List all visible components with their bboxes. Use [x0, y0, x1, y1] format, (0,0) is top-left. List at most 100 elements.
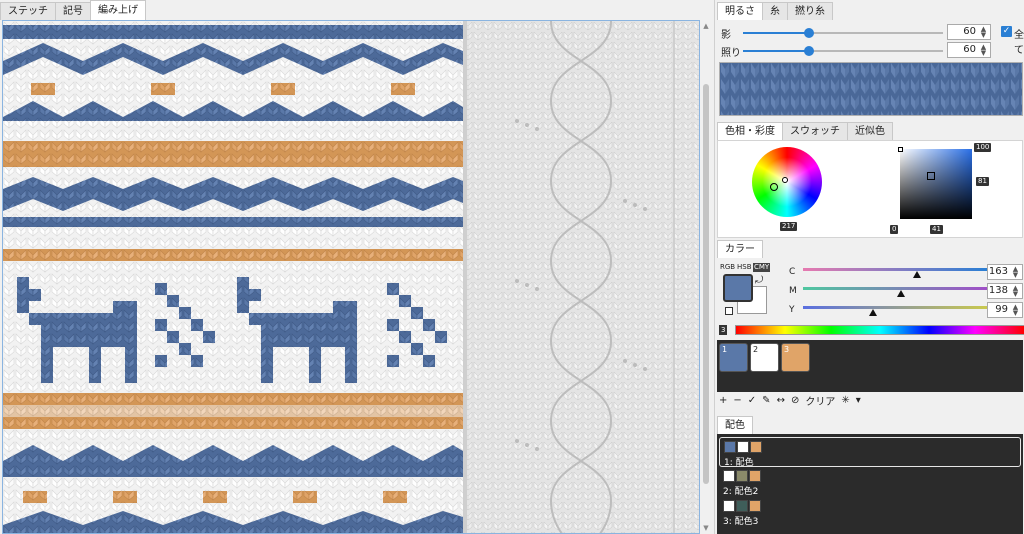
cmy-slider-pointer-icon[interactable]: [868, 309, 877, 316]
color-area: RGB HSB CMY ⤾ C 163 ▲ ▼ M 138 ▲ ▼ Y 99 ▲ ▼ 3: [717, 260, 1024, 338]
palette-item[interactable]: 1: 配色: [719, 437, 1021, 468]
light-row: 照り 60 ▲ ▼: [721, 42, 1021, 60]
add-icon[interactable]: +: [719, 395, 727, 406]
star-icon[interactable]: ✳: [841, 395, 849, 406]
scroll-thumb[interactable]: [703, 84, 709, 484]
sv-right-label: 81: [976, 177, 989, 186]
mode-rgb[interactable]: RGB: [719, 263, 736, 272]
brightness-tabbar: 明るさ 糸 撚り糸: [717, 2, 833, 20]
palette-color-chip: [750, 441, 762, 453]
palette-name: 3: 配色3: [723, 517, 759, 527]
color-section-tabbar: カラー: [717, 240, 763, 258]
cmy-label: Y: [789, 305, 795, 315]
saturation-value-square[interactable]: [900, 149, 972, 219]
block-icon[interactable]: ⊘: [791, 395, 799, 406]
scroll-up-icon[interactable]: ▲: [702, 22, 710, 30]
shadow-spinbox[interactable]: 60 ▲ ▼: [947, 24, 991, 40]
wheel-cursor-icon[interactable]: [770, 183, 778, 191]
cmy-slider-pointer-icon[interactable]: [913, 271, 922, 278]
palette-color-chip: [724, 441, 736, 453]
cmy-label: M: [789, 286, 797, 296]
spin-arrows-icon[interactable]: ▲ ▼: [978, 26, 989, 39]
spin-arrows-icon[interactable]: ▲ ▼: [1010, 266, 1021, 279]
sv-cursor-icon[interactable]: [927, 172, 935, 180]
cmy-slider[interactable]: [803, 287, 987, 290]
light-slider-knob[interactable]: [804, 46, 814, 56]
remove-icon[interactable]: −: [733, 395, 741, 406]
shadow-slider-knob[interactable]: [804, 28, 814, 38]
spin-arrows-icon[interactable]: ▲ ▼: [978, 44, 989, 57]
palette-item[interactable]: 3: 配色3: [719, 497, 1021, 527]
tab-yarn[interactable]: 糸: [762, 2, 788, 20]
knitted-fabric-canvas[interactable]: [2, 20, 700, 534]
cmy-value: 99: [995, 304, 1008, 315]
cmy-spinbox[interactable]: 138 ▲ ▼: [987, 283, 1023, 299]
palette-color-chip: [749, 500, 761, 512]
cmy-spinbox[interactable]: 163 ▲ ▼: [987, 264, 1023, 280]
clear-button[interactable]: クリア: [805, 393, 835, 408]
spin-arrows-icon[interactable]: ▲ ▼: [1010, 285, 1021, 298]
yarn-preview: [719, 62, 1023, 116]
hue-strip[interactable]: [735, 325, 1024, 335]
swatch-list: 1 2 3: [717, 340, 1023, 392]
hue-value-label: 217: [780, 222, 798, 231]
cmy-slider[interactable]: [803, 306, 987, 309]
tab-twisted-yarn[interactable]: 撚り糸: [787, 2, 833, 20]
apply-icon[interactable]: ✓: [748, 395, 756, 406]
knitted-fabric-image: [3, 21, 699, 533]
white-swatch-icon: [898, 147, 903, 152]
cmy-slider-pointer-icon[interactable]: [896, 290, 905, 297]
color-tabbar: 色相・彩度 スウォッチ 近似色: [717, 122, 893, 140]
swatch-number: 3: [784, 345, 790, 354]
shadow-slider[interactable]: [743, 28, 943, 38]
palette-color-chip: [736, 500, 748, 512]
color-count-label: 3: [719, 325, 728, 335]
mode-cmy[interactable]: CMY: [753, 263, 771, 272]
wheel-hue-marker-icon[interactable]: [782, 177, 788, 183]
swatch-number: 1: [722, 345, 728, 354]
palette-item[interactable]: 2: 配色2: [719, 467, 1021, 497]
tab-swatch[interactable]: スウォッチ: [782, 122, 848, 140]
cmy-slider[interactable]: [803, 268, 987, 271]
cmy-spinbox[interactable]: 99 ▲ ▼: [987, 302, 1023, 318]
tab-stitch[interactable]: ステッチ: [0, 2, 56, 20]
palette-header: 配色: [717, 414, 1023, 434]
foreground-color-box[interactable]: [723, 274, 753, 302]
tab-symbol[interactable]: 記号: [55, 2, 91, 20]
tab-similar-color[interactable]: 近似色: [847, 122, 893, 140]
swap-colors-icon[interactable]: ⤾: [755, 275, 763, 286]
spin-arrows-icon[interactable]: ▲ ▼: [1010, 304, 1021, 317]
palette-name: 2: 配色2: [723, 487, 759, 497]
tan-stripe: [3, 141, 463, 167]
tab-color[interactable]: カラー: [717, 240, 763, 258]
hue-wheel[interactable]: [752, 147, 822, 217]
swatch-number: 2: [753, 345, 759, 354]
reset-colors-icon[interactable]: [725, 307, 733, 315]
edit-icon[interactable]: ✎: [762, 395, 770, 406]
swap-icon[interactable]: ↔: [777, 395, 785, 406]
shadow-value: 60: [963, 26, 976, 37]
swatch-item[interactable]: 3: [781, 343, 810, 372]
light-spinbox[interactable]: 60 ▲ ▼: [947, 42, 991, 58]
tab-knitted[interactable]: 編み上げ: [90, 0, 146, 20]
tab-palette[interactable]: 配色: [717, 416, 753, 434]
cmy-row-m: M 138 ▲ ▼: [789, 283, 1023, 301]
vertical-scrollbar[interactable]: ▲ ▼: [701, 20, 711, 534]
swatch-item[interactable]: 2: [750, 343, 779, 372]
sv-top-right-label: 100: [974, 143, 992, 152]
swatch-item[interactable]: 1: [719, 343, 748, 372]
menu-dropdown-icon[interactable]: ▾: [856, 395, 861, 406]
cmy-row-c: C 163 ▲ ▼: [789, 264, 1023, 282]
all-checkbox[interactable]: ✓: [1001, 26, 1012, 37]
mode-hsb[interactable]: HSB: [736, 263, 753, 272]
scroll-down-icon[interactable]: ▼: [702, 524, 710, 532]
light-slider[interactable]: [743, 46, 943, 56]
tab-brightness[interactable]: 明るさ: [717, 2, 763, 20]
tab-hue-saturation[interactable]: 色相・彩度: [717, 122, 783, 140]
sv-bottom-label: 41: [930, 225, 943, 234]
light-label: 照り: [721, 48, 741, 59]
sv-bottom-left-label: 0: [890, 225, 899, 234]
cmy-value: 138: [988, 285, 1008, 296]
shadow-label: 影: [721, 30, 731, 41]
shadow-row: 影 60 ▲ ▼ ✓ 全て: [721, 24, 1024, 56]
